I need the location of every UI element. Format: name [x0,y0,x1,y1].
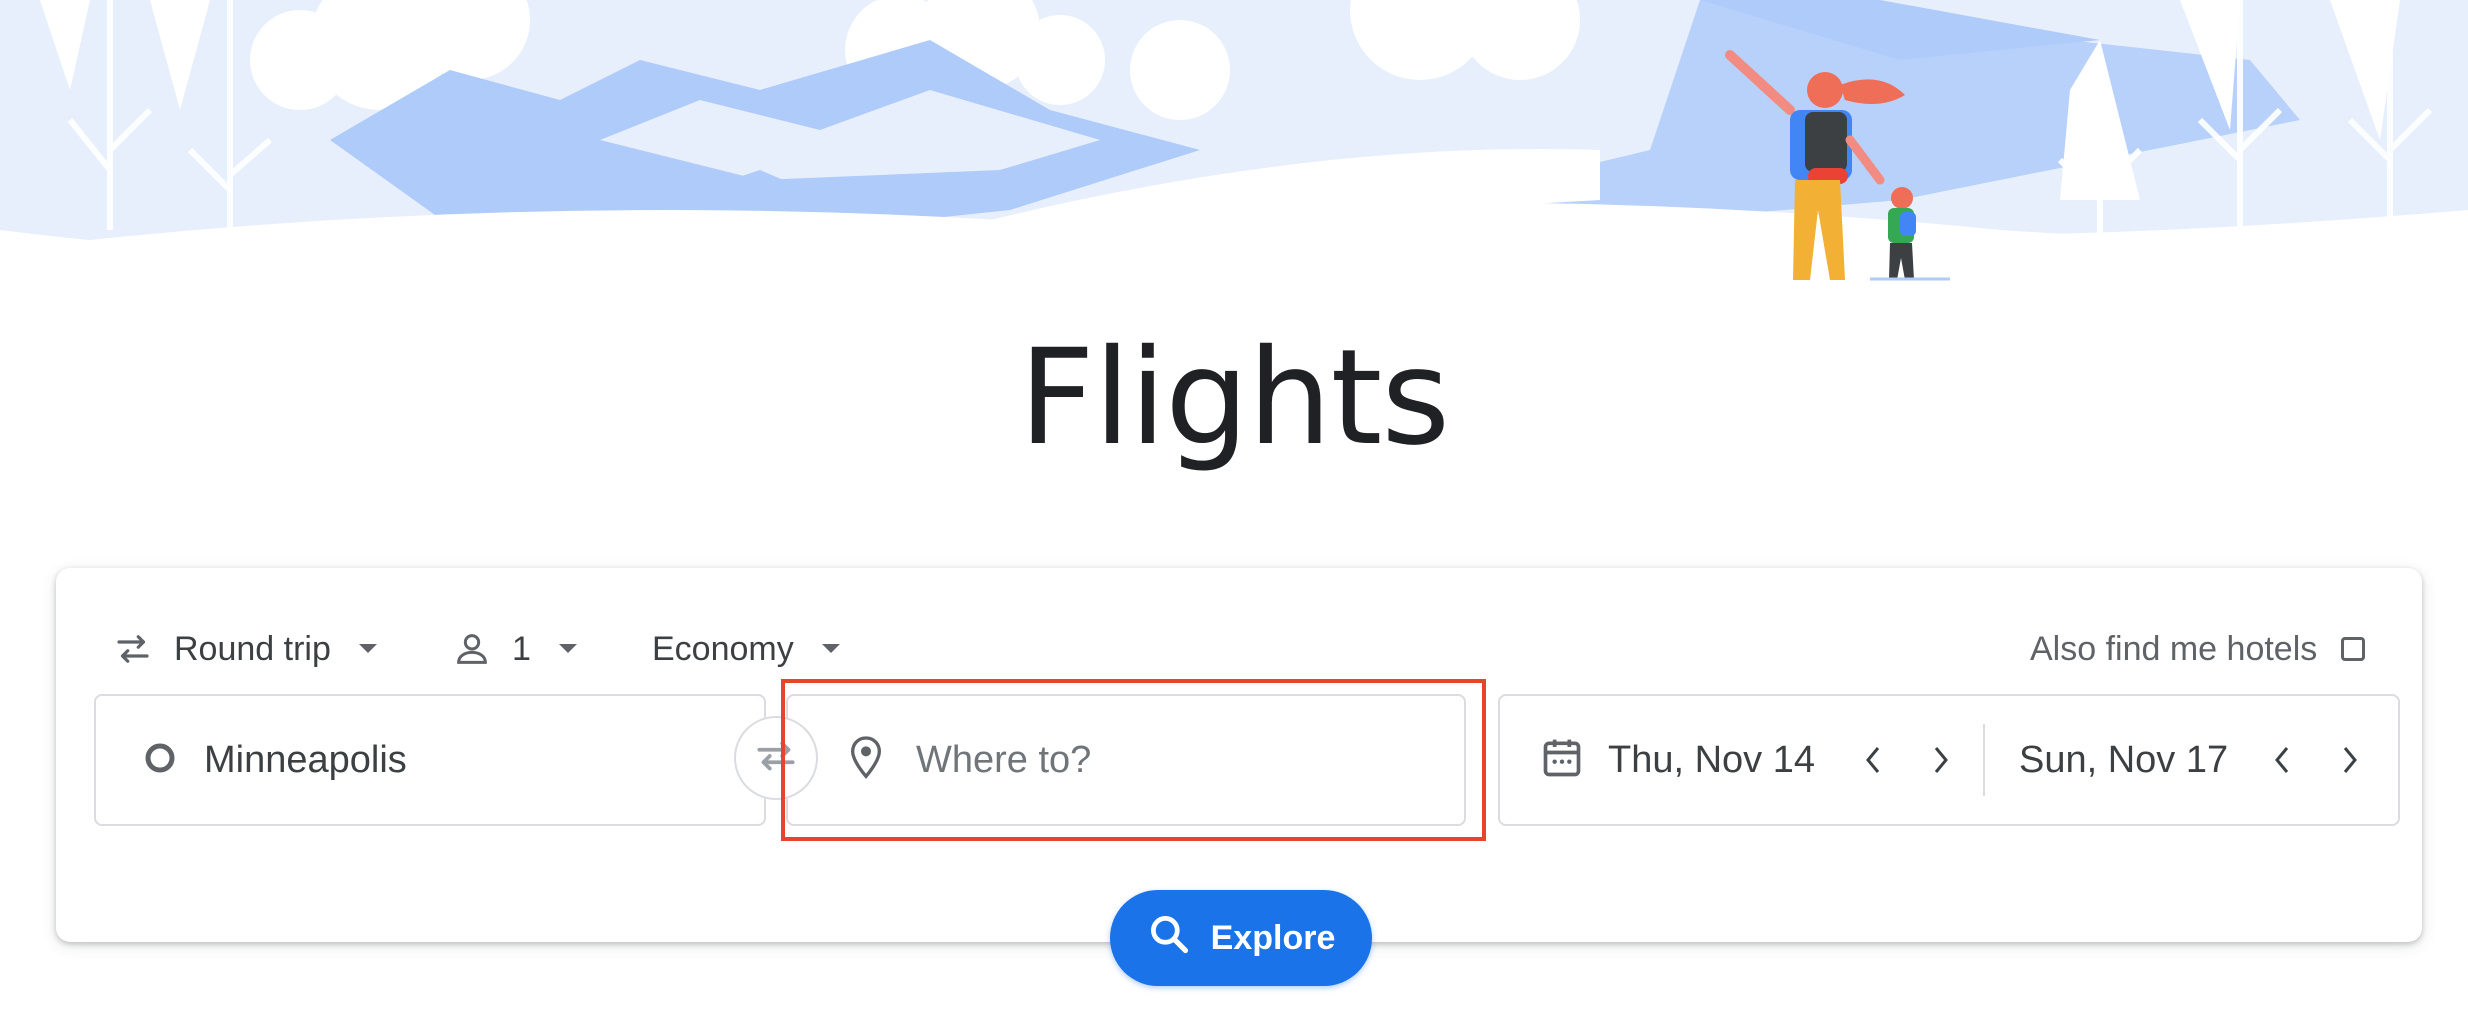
person-icon [452,629,492,669]
chevron-left-icon [2275,747,2289,773]
origin-circle-icon [142,740,178,781]
hero-illustration [0,0,2468,340]
date-range-field[interactable]: Thu, Nov 14 Sun, Nov 17 [1498,694,2400,826]
origin-value: Minneapolis [204,738,407,781]
depart-next-button[interactable] [1913,732,1969,788]
return-next-button[interactable] [2322,732,2378,788]
hotels-checkbox[interactable] [2341,637,2366,661]
origin-field[interactable]: Minneapolis [94,694,766,826]
swap-locations-button[interactable] [734,716,818,800]
chevron-right-icon [1934,747,1948,773]
trip-type-label: Round trip [174,629,331,668]
chevron-left-icon [1866,747,1880,773]
destination-placeholder: Where to? [916,738,1092,781]
chevron-right-icon [2343,747,2358,773]
explore-button[interactable]: Explore [1110,890,1372,986]
swap-icon [751,731,801,786]
page-title: Flights [1018,321,1450,475]
depart-date[interactable]: Thu, Nov 14 [1608,739,1815,782]
cabin-class-dropdown[interactable]: Economy [652,614,842,684]
depart-prev-button[interactable] [1845,732,1901,788]
return-date[interactable]: Sun, Nov 17 [2019,739,2228,782]
passengers-dropdown[interactable]: 1 [452,614,579,684]
flight-search-card: Round trip 1 Economy Also find me hotels… [56,568,2422,942]
trip-type-dropdown[interactable]: Round trip [112,614,379,684]
return-prev-button[interactable] [2254,732,2310,788]
round-trip-icon [112,628,154,670]
date-divider [1983,724,1985,796]
calendar-icon [1540,735,1584,786]
also-find-hotels-toggle[interactable]: Also find me hotels [2030,614,2366,684]
search-icon [1147,912,1191,965]
caret-down-icon [557,642,579,656]
caret-down-icon [357,642,379,656]
destination-input[interactable]: Where to? [786,694,1466,826]
location-pin-icon [846,734,886,787]
passenger-count: 1 [512,629,531,668]
explore-label: Explore [1210,918,1336,957]
caret-down-icon [820,642,842,656]
hotels-label: Also find me hotels [2030,629,2318,668]
cabin-class-label: Economy [652,629,794,668]
